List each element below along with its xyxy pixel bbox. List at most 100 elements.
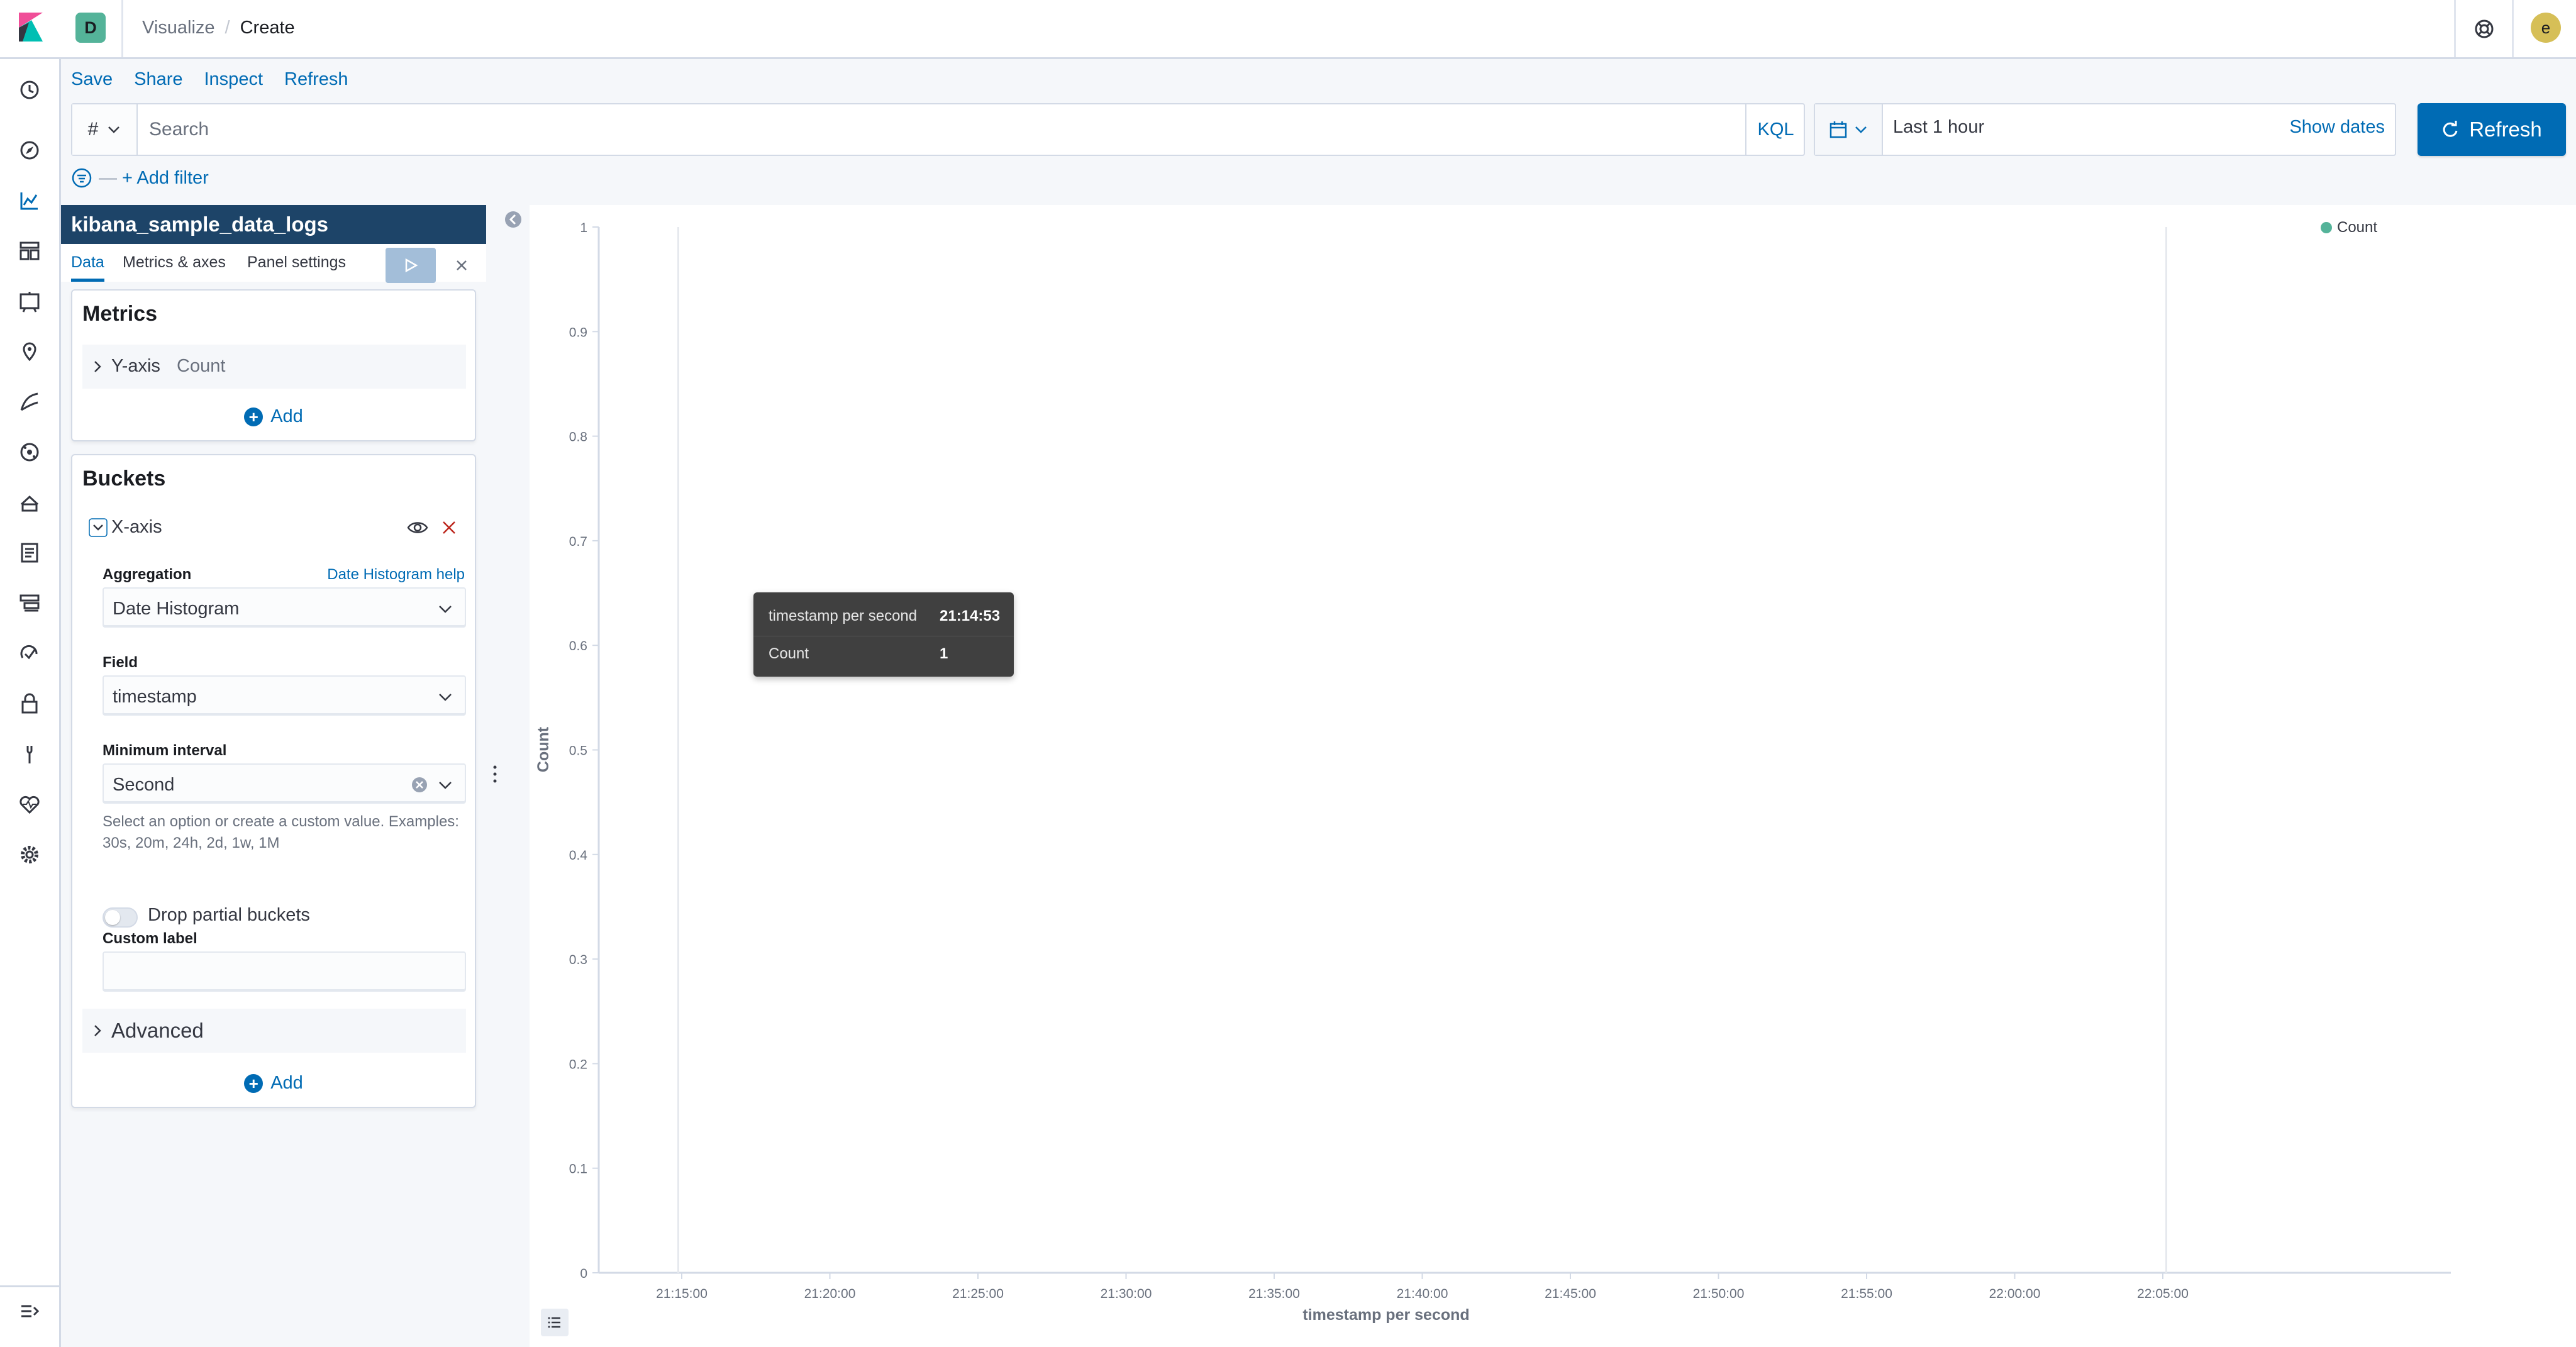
user-avatar[interactable]: e (2531, 13, 2561, 43)
kibana-logo-icon[interactable] (16, 13, 45, 42)
add-bucket-label: Add (270, 1073, 303, 1093)
x-tick-label: 21:50:00 (1693, 1287, 1745, 1301)
chart-legend[interactable]: Count (2321, 219, 2377, 236)
eye-icon[interactable] (407, 518, 428, 537)
remove-icon[interactable] (441, 519, 457, 536)
space-avatar[interactable]: D (75, 13, 106, 43)
metrics-panel: Metrics Y-axis Count + Add (71, 289, 476, 441)
play-icon (405, 258, 418, 273)
monitoring-icon[interactable] (16, 791, 43, 818)
apm-icon[interactable] (16, 540, 43, 566)
maps-icon[interactable] (16, 338, 43, 365)
y-tick-label: 1 (580, 221, 587, 235)
lock-icon[interactable] (16, 690, 43, 717)
custom-label-label: Custom label (103, 930, 197, 947)
add-filter-link[interactable]: + Add filter (122, 168, 209, 189)
tooltip-label: timestamp per second (769, 607, 918, 624)
custom-label-input[interactable] (103, 951, 466, 992)
refresh-label: Refresh (2469, 118, 2542, 141)
hash-icon: # (87, 119, 99, 140)
advanced-label: Advanced (111, 1019, 204, 1042)
chart-container: 0 0.1 0.2 0.3 0.4 0.5 0.6 0.7 0.8 0.9 1 21:15:00 21:… (530, 205, 2576, 1347)
metric-agg-name: Y-axis (111, 356, 160, 376)
tooltip-value: 21:14:53 (940, 607, 1001, 624)
y-tick-label: 0.9 (569, 325, 587, 340)
metrics-title: Metrics (82, 302, 158, 326)
siem-icon[interactable] (16, 640, 43, 667)
filter-options-icon[interactable] (71, 167, 92, 189)
interval-help-text: Select an option or create a custom valu… (103, 813, 459, 851)
date-range-label[interactable]: Last 1 hour (1893, 117, 1984, 138)
header-divider (121, 0, 123, 57)
visualize-icon[interactable] (16, 187, 43, 214)
drop-partial-buckets-toggle[interactable] (103, 907, 138, 928)
add-metric-button[interactable]: + Add (72, 406, 475, 427)
x-tick-label: 21:30:00 (1101, 1287, 1152, 1301)
breadcrumb-visualize[interactable]: Visualize (142, 18, 215, 38)
collapse-nav-icon[interactable] (16, 1298, 43, 1324)
infrastructure-icon[interactable] (16, 439, 43, 465)
tab-data[interactable]: Data (71, 244, 104, 282)
y-tick-label: 0.2 (569, 1057, 587, 1072)
discover-icon[interactable] (16, 137, 43, 164)
refresh-menu-button[interactable]: Refresh (284, 69, 348, 94)
chevron-down-icon (1855, 126, 1867, 133)
show-dates-link[interactable]: Show dates (2289, 117, 2385, 138)
canvas-icon[interactable] (16, 288, 43, 314)
help-icon[interactable] (2470, 15, 2498, 43)
inspect-button[interactable]: Inspect (204, 69, 264, 94)
refresh-button[interactable]: Refresh (2418, 103, 2566, 156)
search-input[interactable] (140, 106, 1813, 153)
bucket-agg-name: X-axis (111, 517, 162, 537)
collapse-sidebar-icon[interactable] (504, 210, 523, 229)
quick-select-button[interactable] (1815, 104, 1883, 155)
x-tick-label: 22:05:00 (2137, 1287, 2189, 1301)
date-histogram-help-link[interactable]: Date Histogram help (327, 566, 465, 584)
y-tick-label: 0.4 (569, 848, 588, 863)
discard-changes-button[interactable] (446, 248, 477, 283)
nav-divider (0, 1285, 61, 1287)
resize-handle-icon[interactable] (489, 763, 501, 785)
x-axis-title: timestamp per second (1302, 1306, 1469, 1324)
advanced-toggle[interactable]: Advanced (82, 1009, 466, 1053)
share-button[interactable]: Share (134, 69, 182, 94)
vis-editor-sidebar: kibana_sample_data_logs Data Metrics & a… (61, 205, 486, 1347)
chevron-down-icon (108, 126, 120, 133)
top-nav-menu: Save Share Inspect Refresh (71, 69, 348, 94)
metric-agg-row[interactable]: Y-axis Count (82, 345, 466, 389)
recently-viewed-icon[interactable] (16, 77, 43, 103)
tab-panel-settings[interactable]: Panel settings (247, 244, 346, 282)
x-tick-label: 21:35:00 (1248, 1287, 1300, 1301)
save-button[interactable]: Save (71, 69, 113, 94)
breadcrumb-separator: / (225, 18, 230, 38)
machine-learning-icon[interactable] (16, 389, 43, 415)
index-pattern-selector[interactable]: # (72, 104, 138, 155)
add-metric-label: Add (270, 406, 303, 426)
interval-select[interactable]: Second (103, 763, 466, 804)
minimum-interval-label: Minimum interval (103, 742, 227, 759)
dashboard-icon[interactable] (16, 238, 43, 264)
metric-agg-type: Count (177, 356, 226, 376)
header-divider (2454, 0, 2456, 57)
x-tick-label: 21:25:00 (952, 1287, 1004, 1301)
legend-entry: Count (2337, 219, 2378, 236)
tab-metrics-axes[interactable]: Metrics & axes (123, 244, 226, 282)
kql-toggle[interactable]: KQL (1745, 104, 1805, 155)
plus-icon: + (244, 1073, 264, 1093)
logs-icon[interactable] (16, 489, 43, 516)
chevron-down-icon[interactable] (89, 518, 108, 537)
gear-icon[interactable] (16, 841, 43, 868)
dev-tools-icon[interactable] (16, 741, 43, 767)
add-bucket-button[interactable]: + Add (72, 1073, 475, 1094)
header-divider (2512, 0, 2514, 57)
aggregation-select[interactable]: Date Histogram (103, 587, 466, 628)
x-tick-label: 22:00:00 (1989, 1287, 2041, 1301)
chevron-down-icon (439, 782, 452, 789)
field-select[interactable]: timestamp (103, 675, 466, 716)
legend-toggle-button[interactable] (541, 1309, 569, 1336)
chevron-right-icon[interactable] (90, 359, 105, 374)
uptime-icon[interactable] (16, 590, 43, 616)
apply-changes-button[interactable] (386, 248, 436, 283)
clear-icon[interactable] (411, 776, 428, 794)
bucket-agg-header: X-axis (82, 509, 466, 547)
